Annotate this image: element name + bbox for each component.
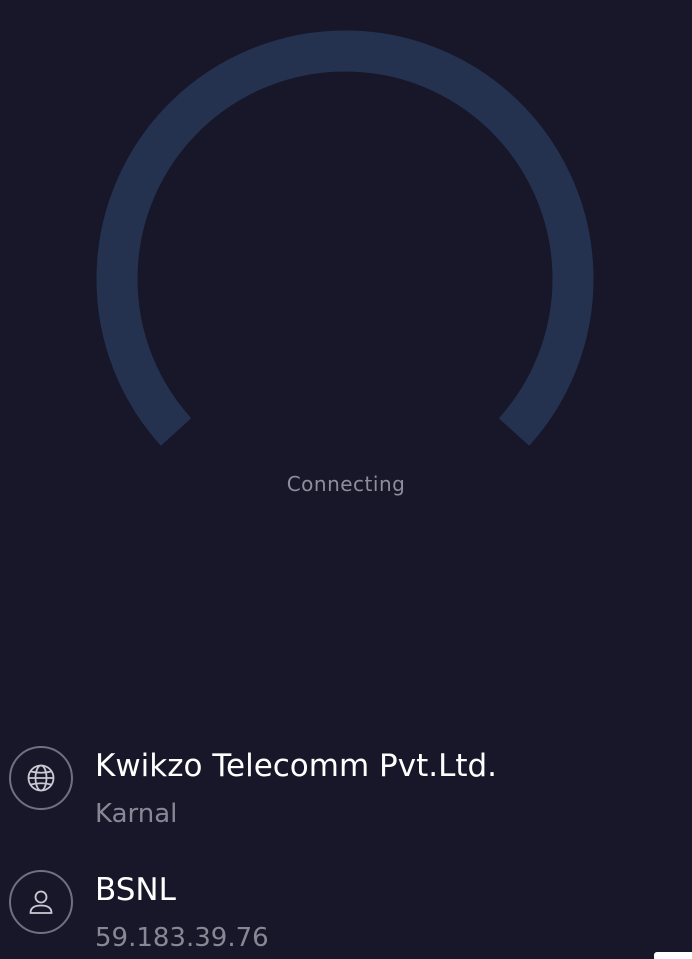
- ip-address: 59.183.39.76: [95, 923, 269, 953]
- user-icon: [9, 870, 73, 934]
- provider-info: Kwikzo Telecomm Pvt.Ltd. Karnal: [0, 740, 692, 840]
- connection-status: Connecting: [286, 472, 406, 496]
- corner-indicator: [654, 952, 692, 959]
- server-info: BSNL 59.183.39.76: [0, 864, 692, 959]
- provider-location: Karnal: [95, 799, 178, 829]
- speed-gauge: [96, 30, 594, 446]
- server-name: BSNL: [95, 872, 176, 908]
- globe-icon: [9, 746, 73, 810]
- provider-name: Kwikzo Telecomm Pvt.Ltd.: [95, 748, 498, 784]
- gauge-track-arc: [96, 30, 594, 446]
